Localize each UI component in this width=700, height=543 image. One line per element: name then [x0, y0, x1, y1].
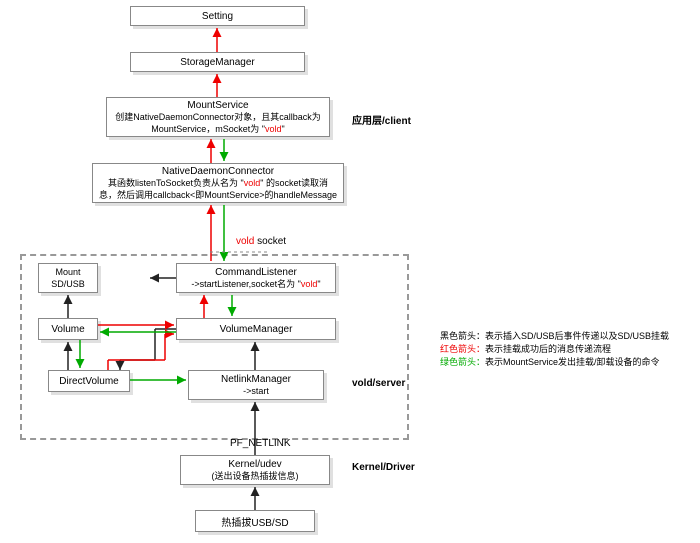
- label-app-layer: 应用层/client: [352, 112, 411, 127]
- node-mount-sd-usb-l2: SD/USB: [43, 278, 93, 290]
- node-command-listener: CommandListener ->startListener,socket名为…: [176, 263, 336, 293]
- node-storage-manager: StorageManager: [130, 52, 305, 72]
- node-netlink-manager: NetlinkManager ->start: [188, 370, 324, 400]
- node-mount-sd-usb-l1: Mount: [43, 266, 93, 278]
- node-netlink-manager-title: NetlinkManager: [193, 374, 319, 385]
- node-direct-volume: DirectVolume: [48, 370, 130, 392]
- node-setting-title: Setting: [135, 11, 300, 22]
- node-ndc: NativeDaemonConnector 其函数listenToSocket负…: [92, 163, 344, 203]
- node-kernel: Kernel/udev (送出设备热插拔信息): [180, 455, 330, 485]
- node-volume: Volume: [38, 318, 98, 340]
- node-hotplug: 热插拔USB/SD: [195, 510, 315, 532]
- node-netlink-manager-sub: ->start: [193, 385, 319, 397]
- node-hotplug-title: 热插拔USB/SD: [200, 514, 310, 529]
- label-vold-server: vold/server: [352, 378, 405, 389]
- node-command-listener-line: ->startListener,socket名为 "vold": [181, 278, 331, 290]
- label-vold-socket: vold socket: [236, 236, 286, 247]
- node-mount-sd-usb: Mount SD/USB: [38, 263, 98, 293]
- node-volume-manager: VolumeManager: [176, 318, 336, 340]
- node-volume-title: Volume: [43, 324, 93, 335]
- node-mount-service-line2: MountService，mSocket为 "vold": [111, 123, 325, 135]
- node-kernel-title: Kernel/udev: [185, 459, 325, 470]
- node-ndc-line1: 其函数listenToSocket负责从名为 "vold" 的socket读取消: [97, 177, 339, 189]
- legend: 黑色箭头：表示插入SD/USB后事件传递以及SD/USB挂载 红色箭头：表示挂载…: [440, 330, 669, 369]
- legend-green-val: 表示MountService发出挂载/卸载设备的命令: [485, 357, 660, 367]
- legend-red-key: 红色箭头：: [440, 344, 485, 354]
- node-mount-service-line1: 创建NativeDaemonConnector对象，且其callback为: [111, 111, 325, 123]
- legend-green-key: 绿色箭头：: [440, 357, 485, 367]
- legend-red-val: 表示挂载成功后的消息传递流程: [485, 344, 611, 354]
- node-ndc-line2: 息，然后调用callcback<即MountService>的handleMes…: [97, 189, 339, 201]
- node-ndc-title: NativeDaemonConnector: [97, 166, 339, 177]
- label-kernel-driver: Kernel/Driver: [352, 462, 415, 473]
- legend-black-val: 表示插入SD/USB后事件传递以及SD/USB挂载: [485, 331, 669, 341]
- node-mount-service: MountService 创建NativeDaemonConnector对象，且…: [106, 97, 330, 137]
- node-setting: Setting: [130, 6, 305, 26]
- node-storage-manager-title: StorageManager: [135, 57, 300, 68]
- legend-black-key: 黑色箭头：: [440, 331, 485, 341]
- node-kernel-sub: (送出设备热插拔信息): [185, 470, 325, 482]
- node-mount-service-title: MountService: [111, 100, 325, 111]
- node-direct-volume-title: DirectVolume: [53, 376, 125, 387]
- node-command-listener-title: CommandListener: [181, 267, 331, 278]
- label-pf-netlink: PF_NETLINK: [230, 438, 291, 449]
- node-volume-manager-title: VolumeManager: [181, 324, 331, 335]
